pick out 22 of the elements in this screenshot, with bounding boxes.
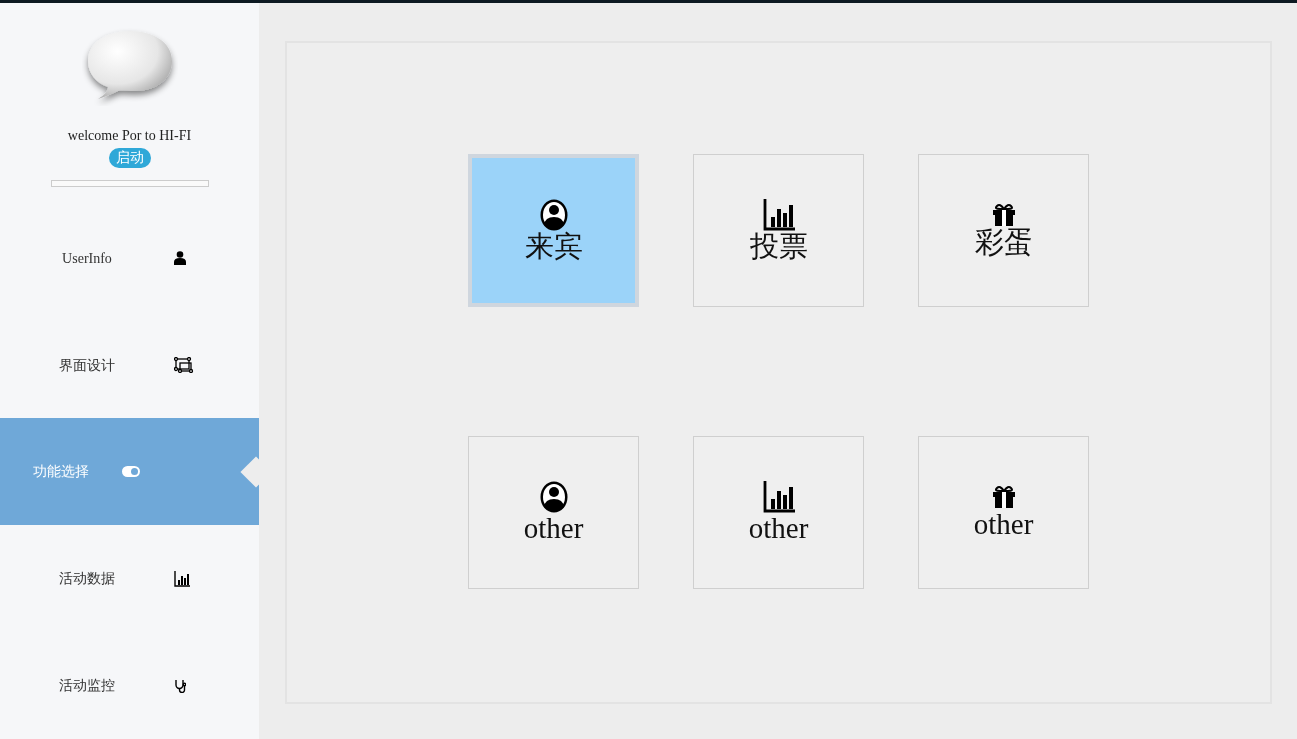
bar-chart-icon bbox=[762, 480, 795, 513]
feature-tile[interactable]: other bbox=[693, 436, 864, 589]
person-circle-icon bbox=[539, 480, 568, 513]
bar-chart-icon bbox=[174, 570, 190, 587]
sidebar-item[interactable]: 界面设计 bbox=[0, 311, 259, 419]
person-circle-icon bbox=[539, 198, 568, 231]
sidebar-item[interactable]: UserInfo bbox=[0, 204, 259, 312]
sidebar-item[interactable]: 活动数据 bbox=[0, 525, 259, 633]
feature-tile[interactable]: 彩蛋 bbox=[918, 154, 1089, 307]
feature-tile[interactable]: 投票 bbox=[693, 154, 864, 307]
toggle-icon bbox=[122, 466, 140, 478]
feature-tile[interactable]: other bbox=[918, 436, 1089, 589]
feature-tile[interactable]: other bbox=[468, 436, 639, 589]
bar-chart-icon bbox=[762, 198, 795, 231]
feature-tile[interactable]: 来宾 bbox=[468, 154, 639, 307]
welcome-text: welcome Por to HI-FI bbox=[67, 127, 192, 145]
gift-icon bbox=[991, 484, 1016, 509]
user-icon bbox=[174, 251, 186, 266]
sidebar-item[interactable]: 活动监控 bbox=[0, 632, 259, 739]
nodes-icon bbox=[174, 357, 194, 373]
gift-icon bbox=[991, 202, 1016, 227]
stethoscope-icon bbox=[174, 678, 186, 693]
